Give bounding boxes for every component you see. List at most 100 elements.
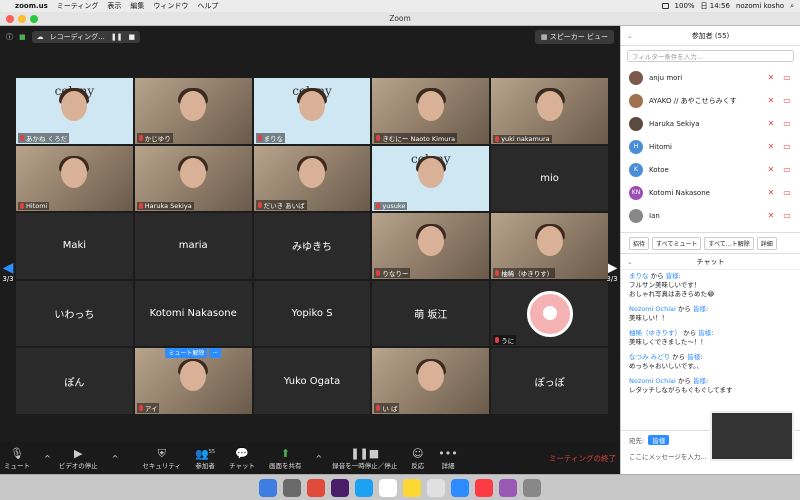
music-icon[interactable] xyxy=(475,478,493,497)
chat-recipient-select[interactable]: 皆様 xyxy=(648,435,670,445)
zoom-icon[interactable] xyxy=(451,478,469,497)
lock-icon[interactable]: ■ xyxy=(19,33,26,41)
share-screen-button[interactable]: ⬆ 画面を共有 xyxy=(269,447,302,470)
mute-options-chevron-icon[interactable]: ^ xyxy=(44,454,51,463)
video-tile[interactable]: Yuko Ogata xyxy=(253,348,371,414)
user-name[interactable]: nozomi kosho xyxy=(736,2,784,10)
muted-mic-icon[interactable]: ✕ xyxy=(766,142,776,151)
collapse-panel-icon[interactable]: ⌄ xyxy=(627,32,633,40)
mute-button[interactable]: 🎙 ミュート xyxy=(4,447,30,470)
video-tile[interactable]: きむにー Naoto Kimura xyxy=(372,78,490,144)
video-tile[interactable]: Maki xyxy=(16,213,133,279)
video-off-icon[interactable]: ▭ xyxy=(782,73,792,82)
muted-mic-icon[interactable]: ✕ xyxy=(766,119,776,128)
video-tile[interactable]: maria xyxy=(134,213,252,279)
security-button[interactable]: ⛨ セキュリティ xyxy=(142,447,181,470)
video-tile[interactable]: いわっち xyxy=(16,280,133,347)
wifi-icon[interactable] xyxy=(661,3,669,9)
invite-button[interactable]: 招待 xyxy=(629,236,650,250)
info-icon[interactable]: ⓘ xyxy=(6,32,13,42)
floating-thumbnail[interactable] xyxy=(710,411,794,461)
video-off-icon[interactable]: ▭ xyxy=(782,96,792,105)
video-tile[interactable]: かじゆり xyxy=(134,78,252,144)
stop-video-button[interactable]: ▶ ビデオの停止 xyxy=(59,447,98,470)
finder-icon[interactable] xyxy=(259,478,277,497)
participant-row[interactable]: Ian ✕ ▭ xyxy=(621,204,800,227)
pause-recording-icon[interactable]: ❚❚ xyxy=(111,33,123,41)
battery-label[interactable]: 100% xyxy=(675,2,695,10)
speaker-view-button[interactable]: ▦ スピーカー ビュー xyxy=(534,30,614,44)
participant-row[interactable]: K Kotoe ✕ ▭ xyxy=(621,158,800,181)
video-tile[interactable]: い ば xyxy=(372,348,490,414)
video-tile[interactable]: yuki nakamura xyxy=(491,78,608,144)
minimize-window-icon[interactable] xyxy=(18,15,26,23)
trash-icon[interactable] xyxy=(523,478,541,497)
video-tile[interactable]: りなりー xyxy=(372,213,490,279)
video-options-chevron-icon[interactable]: ^ xyxy=(112,454,119,463)
prev-page-button[interactable]: ◀ 3/3 xyxy=(0,248,16,296)
participant-row[interactable]: anju mori ✕ ▭ xyxy=(621,66,800,89)
menu-meeting[interactable]: ミーティング xyxy=(57,1,99,11)
video-tile[interactable]: Haruka Sekiya xyxy=(134,145,252,212)
notes-icon[interactable] xyxy=(403,478,421,497)
slack-icon[interactable] xyxy=(331,478,349,497)
share-options-chevron-icon[interactable]: ^ xyxy=(316,454,323,463)
mute-all-button[interactable]: すべてミュート xyxy=(652,236,702,250)
podcasts-icon[interactable] xyxy=(499,478,517,497)
video-tile[interactable]: 柚稀（ゆきりす） xyxy=(491,213,608,279)
unmute-button[interactable]: ミュート解除 xyxy=(165,348,208,359)
participants-more-button[interactable]: 詳細 xyxy=(756,236,777,250)
reaction-button[interactable]: ☺ 反応 xyxy=(411,447,424,470)
video-tile[interactable]: mio xyxy=(491,145,608,212)
video-tile[interactable]: colonyyusuke xyxy=(372,145,490,212)
video-tile[interactable]: colonyあかね くろだ xyxy=(16,78,133,144)
end-meeting-button[interactable]: ミーティングの終了 xyxy=(549,453,616,464)
menu-window[interactable]: ウィンドウ xyxy=(153,1,188,11)
record-button[interactable]: ❚❚■ 録音を一時停止／停止 xyxy=(332,447,397,470)
video-tile[interactable]: Kotomi Nakasone xyxy=(134,280,252,347)
participants-button[interactable]: 👥55 参加者 xyxy=(195,446,215,470)
twitter-icon[interactable] xyxy=(355,478,373,497)
menu-view[interactable]: 表示 xyxy=(107,1,121,11)
collapse-chat-icon[interactable]: ⌄ xyxy=(627,254,633,270)
fullscreen-window-icon[interactable] xyxy=(30,15,38,23)
video-tile[interactable]: うに xyxy=(491,280,608,347)
participant-row[interactable]: AYAKO // あやこせらみくす ✕ ▭ xyxy=(621,89,800,112)
unmute-all-button[interactable]: すべて…ト解除 xyxy=(704,236,754,250)
participant-row[interactable]: KN Kotomi Nakasone ✕ ▭ xyxy=(621,181,800,204)
participant-row[interactable]: Haruka Sekiya ✕ ▭ xyxy=(621,112,800,135)
photos-icon[interactable] xyxy=(427,478,445,497)
video-tile[interactable]: colonyまりな xyxy=(253,78,371,144)
calendar-icon[interactable] xyxy=(379,478,397,497)
video-tile[interactable]: ぽん xyxy=(16,348,133,414)
stop-recording-icon[interactable]: ■ xyxy=(129,33,136,41)
popup-more-button[interactable]: ... xyxy=(209,348,222,359)
muted-mic-icon[interactable]: ✕ xyxy=(766,165,776,174)
video-tile[interactable]: Hitomi xyxy=(16,145,133,212)
muted-mic-icon[interactable]: ✕ xyxy=(766,73,776,82)
search-icon[interactable]: ⌕ xyxy=(790,2,794,11)
chat-button[interactable]: 💬 チャット xyxy=(229,447,255,470)
chrome-icon[interactable] xyxy=(307,478,325,497)
muted-mic-icon[interactable]: ✕ xyxy=(766,96,776,105)
video-tile[interactable]: Yopiko S xyxy=(253,280,371,347)
video-off-icon[interactable]: ▭ xyxy=(782,211,792,220)
video-off-icon[interactable]: ▭ xyxy=(782,188,792,197)
menu-app-name[interactable]: zoom.us xyxy=(15,2,48,10)
launchpad-icon[interactable] xyxy=(283,478,301,497)
video-tile[interactable]: 萌 坂江 xyxy=(372,280,490,347)
video-tile[interactable]: だいき あいば xyxy=(253,145,371,212)
video-tile[interactable]: ぽっぽ xyxy=(491,348,608,414)
video-off-icon[interactable]: ▭ xyxy=(782,142,792,151)
close-window-icon[interactable] xyxy=(6,15,14,23)
video-tile[interactable]: アイ ミュート解除... xyxy=(134,348,252,414)
video-tile[interactable]: みゆきち xyxy=(253,213,371,279)
menu-help[interactable]: ヘルプ xyxy=(197,1,218,11)
menu-edit[interactable]: 編集 xyxy=(130,1,144,11)
more-button[interactable]: ••• 詳細 xyxy=(438,447,457,470)
muted-mic-icon[interactable]: ✕ xyxy=(766,211,776,220)
clock[interactable]: 日 14:56 xyxy=(701,1,730,11)
participant-row[interactable]: H Hitomi ✕ ▭ xyxy=(621,135,800,158)
participants-filter-input[interactable]: フィルター条件を入力... xyxy=(627,50,794,62)
video-off-icon[interactable]: ▭ xyxy=(782,119,792,128)
